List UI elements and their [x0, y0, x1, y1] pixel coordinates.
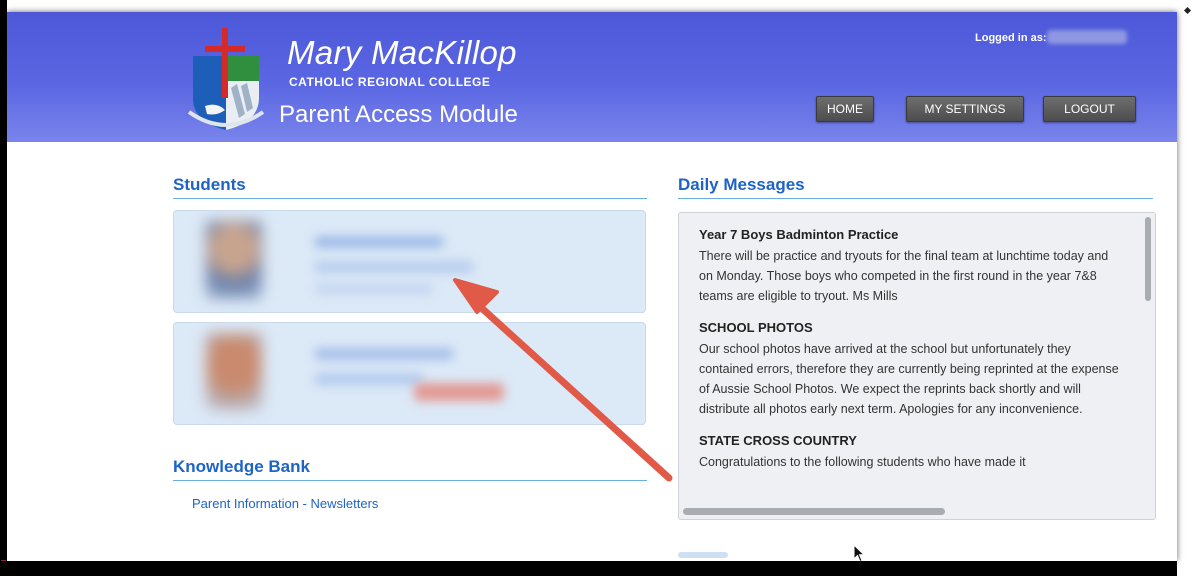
screen-right-bar	[1177, 0, 1201, 576]
message-title: STATE CROSS COUNTRY	[699, 433, 857, 448]
student-detail-redacted	[314, 261, 474, 273]
students-divider	[173, 198, 647, 199]
student-detail-redacted	[314, 373, 424, 385]
messages-list: Year 7 Boys Badminton Practice There wil…	[699, 227, 1119, 486]
next-section-heading-cut	[678, 552, 728, 558]
my-settings-button[interactable]: MY SETTINGS	[906, 96, 1024, 122]
student-name-redacted	[314, 348, 454, 360]
knowledge-bank-divider	[173, 480, 647, 481]
horizontal-scrollbar[interactable]	[683, 508, 945, 515]
logged-in-user-redacted	[1047, 30, 1127, 44]
school-name: Mary MacKillop	[287, 34, 517, 71]
browser-page: Mary MacKillop CATHOLIC REGIONAL COLLEGE…	[7, 12, 1177, 561]
message-item: STATE CROSS COUNTRY Congratulations to t…	[699, 433, 1119, 472]
home-button[interactable]: HOME	[816, 96, 874, 122]
message-item: SCHOOL PHOTOS Our school photos have arr…	[699, 320, 1119, 419]
daily-messages-panel[interactable]: Year 7 Boys Badminton Practice There wil…	[678, 212, 1156, 520]
student-photo-redacted	[206, 333, 262, 411]
screen-top-bar	[7, 0, 1177, 12]
student-name-redacted	[314, 236, 444, 248]
student-card[interactable]	[173, 322, 646, 425]
logged-in-label: Logged in as:	[975, 32, 1047, 44]
corner-icon	[1183, 6, 1192, 15]
module-title: Parent Access Module	[279, 101, 518, 128]
student-detail-redacted	[314, 283, 434, 295]
newsletters-link[interactable]: Parent Information - Newsletters	[192, 496, 378, 511]
student-photo-redacted	[206, 221, 262, 299]
message-title: SCHOOL PHOTOS	[699, 320, 813, 335]
message-body: There will be practice and tryouts for t…	[699, 249, 1109, 303]
knowledge-bank-heading: Knowledge Bank	[173, 457, 310, 476]
student-card[interactable]	[173, 210, 646, 313]
vertical-scrollbar[interactable]	[1145, 217, 1151, 301]
message-body: Our school photos have arrived at the sc…	[699, 342, 1119, 416]
logout-button[interactable]: LOGOUT	[1043, 96, 1136, 122]
screen-bottom-bar	[0, 561, 1177, 576]
daily-messages-divider	[678, 198, 1153, 199]
school-subtitle: CATHOLIC REGIONAL COLLEGE	[289, 75, 491, 89]
message-body: Congratulations to the following student…	[699, 455, 1026, 469]
message-title: Year 7 Boys Badminton Practice	[699, 227, 899, 242]
school-crest-icon	[187, 28, 265, 130]
mouse-cursor-icon	[853, 544, 866, 561]
student-badge-redacted	[414, 383, 504, 401]
site-header: Mary MacKillop CATHOLIC REGIONAL COLLEGE…	[7, 12, 1177, 142]
students-heading: Students	[173, 175, 246, 194]
screen-left-edge	[0, 0, 7, 576]
daily-messages-heading: Daily Messages	[678, 175, 805, 194]
message-item: Year 7 Boys Badminton Practice There wil…	[699, 227, 1119, 306]
